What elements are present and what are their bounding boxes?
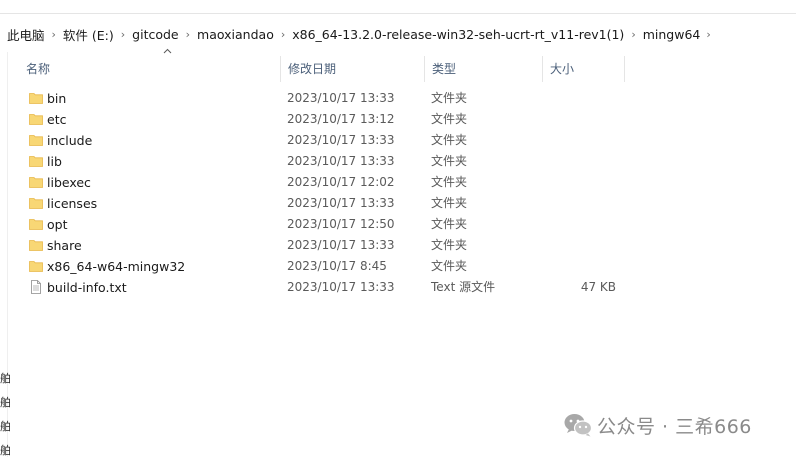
gutter-text: 舶 xyxy=(0,372,11,385)
file-type: 文件夹 xyxy=(431,91,468,105)
breadcrumb-item-this-pc[interactable]: 此电脑 xyxy=(6,25,46,44)
folder-icon xyxy=(29,177,43,188)
file-type: 文件夹 xyxy=(431,259,468,273)
list-item[interactable]: lib 2023/10/17 13:33 文件夹 xyxy=(18,151,628,172)
folder-icon xyxy=(29,93,43,104)
file-type: 文件夹 xyxy=(431,217,468,231)
file-name: include xyxy=(47,133,93,148)
file-name: bin xyxy=(47,91,67,106)
chevron-right-icon[interactable]: › xyxy=(631,28,635,41)
window-top-border xyxy=(0,13,796,14)
list-item[interactable]: licenses 2023/10/17 13:33 文件夹 xyxy=(18,193,628,214)
breadcrumb-item-gitcode[interactable]: gitcode xyxy=(131,27,179,42)
gutter-text: 舶 xyxy=(0,444,11,457)
watermark-text: 公众号 · 三希666 xyxy=(597,415,752,438)
file-size: 47 KB xyxy=(580,280,616,294)
file-type: 文件夹 xyxy=(431,154,468,168)
file-name: licenses xyxy=(47,196,98,211)
gutter-text: 舶 xyxy=(0,396,11,409)
folder-icon xyxy=(29,135,43,146)
breadcrumb[interactable]: 此电脑 › 软件 (E:) › gitcode › maoxiandao › x… xyxy=(0,20,796,48)
column-divider[interactable] xyxy=(624,56,625,82)
list-item[interactable]: x86_64-w64-mingw32 2023/10/17 8:45 文件夹 xyxy=(18,256,628,277)
folder-icon xyxy=(29,198,43,209)
gutter-text: 舶 xyxy=(0,420,11,433)
file-modified: 2023/10/17 13:33 xyxy=(287,196,395,210)
file-type: 文件夹 xyxy=(431,112,468,126)
file-name: share xyxy=(47,238,82,253)
file-modified: 2023/10/17 13:33 xyxy=(287,280,395,294)
file-modified: 2023/10/17 13:33 xyxy=(287,238,395,252)
column-header-name[interactable]: 名称 xyxy=(18,56,280,82)
chevron-right-icon[interactable]: › xyxy=(281,28,285,41)
navigation-pane-edge: 舶 舶 舶 舶 xyxy=(0,52,11,457)
column-header-size[interactable]: 大小 xyxy=(542,56,624,82)
file-modified: 2023/10/17 13:12 xyxy=(287,112,395,126)
file-modified: 2023/10/17 13:33 xyxy=(287,133,395,147)
file-name: lib xyxy=(47,154,62,169)
folder-icon xyxy=(29,156,43,167)
file-type: 文件夹 xyxy=(431,196,468,210)
file-modified: 2023/10/17 8:45 xyxy=(287,259,387,273)
file-name: etc xyxy=(47,112,67,127)
list-item[interactable]: opt 2023/10/17 12:50 文件夹 xyxy=(18,214,628,235)
chevron-right-icon[interactable]: › xyxy=(706,28,710,41)
chevron-right-icon[interactable]: › xyxy=(121,28,125,41)
file-type: Text 源文件 xyxy=(431,280,496,294)
file-name: libexec xyxy=(47,175,91,190)
file-modified: 2023/10/17 13:33 xyxy=(287,91,395,105)
list-item[interactable]: etc 2023/10/17 13:12 文件夹 xyxy=(18,109,628,130)
breadcrumb-item-release[interactable]: x86_64-13.2.0-release-win32-seh-ucrt-rt_… xyxy=(291,27,625,42)
file-type: 文件夹 xyxy=(431,133,468,147)
file-modified: 2023/10/17 12:50 xyxy=(287,217,395,231)
wechat-icon xyxy=(564,414,593,437)
file-name: opt xyxy=(47,217,68,232)
list-item[interactable]: share 2023/10/17 13:33 文件夹 xyxy=(18,235,628,256)
folder-icon xyxy=(29,114,43,125)
list-item[interactable]: libexec 2023/10/17 12:02 文件夹 xyxy=(18,172,628,193)
sort-ascending-icon xyxy=(163,48,172,54)
watermark: 公众号 · 三希666 xyxy=(563,412,752,438)
file-name: build-info.txt xyxy=(47,280,127,295)
file-type: 文件夹 xyxy=(431,238,468,252)
file-name: x86_64-w64-mingw32 xyxy=(47,259,186,274)
list-item[interactable]: build-info.txt 2023/10/17 13:33 Text 源文件… xyxy=(18,277,628,298)
chevron-right-icon[interactable]: › xyxy=(186,28,190,41)
file-list: bin 2023/10/17 13:33 文件夹 etc 2023/10/17 … xyxy=(18,88,628,298)
column-header-modified[interactable]: 修改日期 xyxy=(280,56,424,82)
file-modified: 2023/10/17 13:33 xyxy=(287,154,395,168)
list-item[interactable]: include 2023/10/17 13:33 文件夹 xyxy=(18,130,628,151)
file-modified: 2023/10/17 12:02 xyxy=(287,175,395,189)
chevron-right-icon[interactable]: › xyxy=(52,28,56,41)
breadcrumb-item-maoxiandao[interactable]: maoxiandao xyxy=(196,27,275,42)
column-header-type[interactable]: 类型 xyxy=(424,56,542,82)
text-file-icon xyxy=(31,280,41,294)
list-item[interactable]: bin 2023/10/17 13:33 文件夹 xyxy=(18,88,628,109)
file-type: 文件夹 xyxy=(431,175,468,189)
folder-icon xyxy=(29,261,43,272)
breadcrumb-item-drive[interactable]: 软件 (E:) xyxy=(62,25,115,44)
column-header-row: 名称 修改日期 类型 大小 xyxy=(18,48,628,82)
breadcrumb-item-mingw64[interactable]: mingw64 xyxy=(642,27,702,42)
folder-icon xyxy=(29,240,43,251)
folder-icon xyxy=(29,219,43,230)
